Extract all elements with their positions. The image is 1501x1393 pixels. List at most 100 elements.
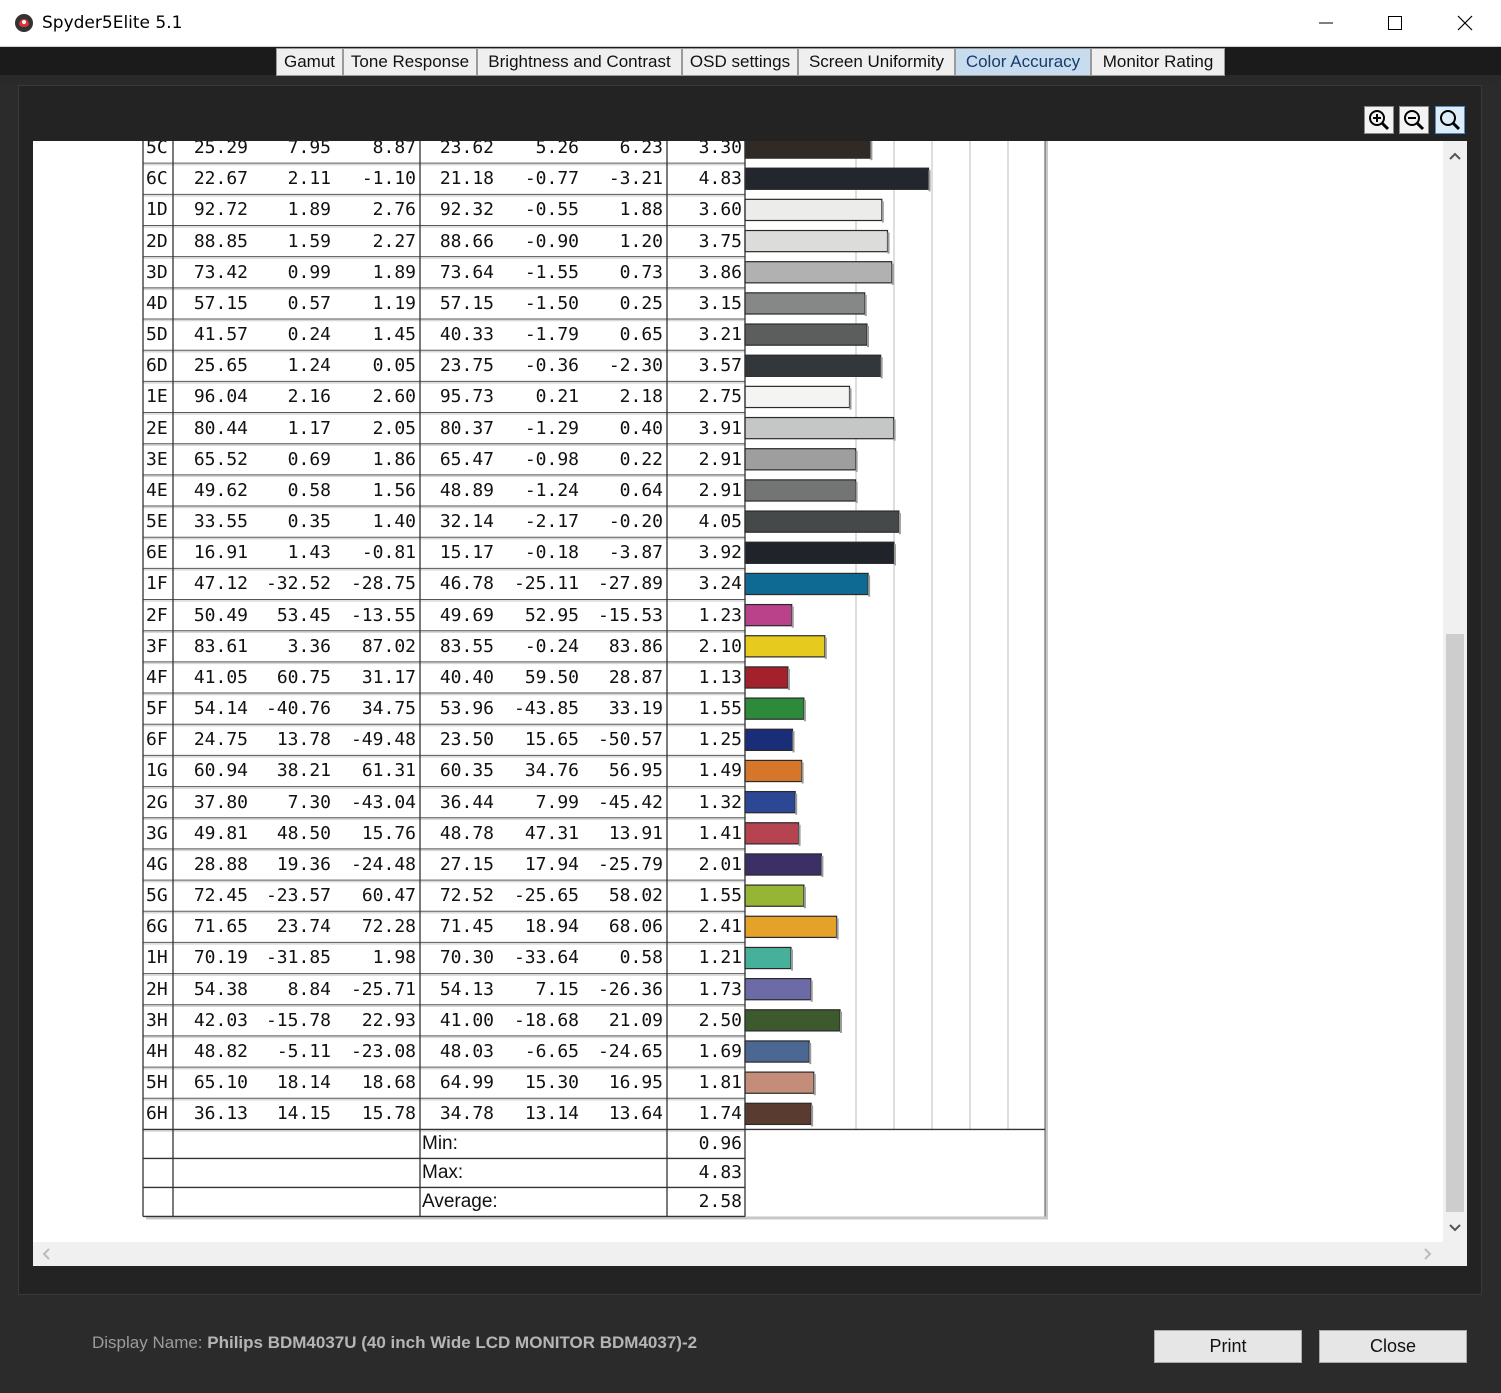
tab-color-accuracy[interactable]: Color Accuracy — [955, 48, 1091, 76]
minimize-button[interactable] — [1292, 0, 1360, 46]
table-cell: -1.10 — [361, 168, 416, 190]
delta-e-bar — [744, 697, 805, 720]
table-cell: 2.05 — [372, 417, 416, 439]
tab-osd-settings[interactable]: OSD settings — [682, 48, 798, 76]
patch-id: 2F — [146, 604, 168, 626]
horizontal-scrollbar[interactable] — [33, 1242, 1443, 1266]
table-cell: 3.30 — [698, 141, 742, 158]
table-cell: 1.56 — [372, 479, 416, 501]
table-cell: 13.91 — [608, 822, 663, 844]
scroll-left-icon[interactable] — [41, 1247, 51, 1261]
delta-e-bar — [744, 977, 812, 1001]
table-cell: 2.60 — [372, 386, 416, 408]
table-cell: -43.04 — [350, 791, 416, 813]
table-cell: 40.33 — [439, 324, 494, 346]
table-cell: -18.68 — [513, 1009, 579, 1031]
table-cell: 4.83 — [698, 168, 742, 190]
table-cell: 21.18 — [439, 168, 494, 190]
patch-id: 5E — [146, 511, 168, 533]
table-cell: 0.21 — [535, 386, 579, 408]
table-cell: -0.55 — [524, 199, 579, 221]
delta-e-bar — [744, 884, 805, 907]
table-cell: 60.75 — [276, 666, 331, 688]
table-cell: 3.15 — [698, 292, 742, 314]
zoom-out-button[interactable] — [1399, 106, 1429, 134]
table-cell: 34.78 — [439, 1103, 494, 1125]
table-cell: 60.47 — [361, 885, 416, 907]
table-cell: 3.60 — [698, 199, 742, 221]
zoom-fit-button[interactable] — [1435, 106, 1465, 134]
table-cell: -6.65 — [524, 1040, 579, 1062]
table-cell: -5.11 — [276, 1040, 331, 1062]
delta-e-bar — [744, 1009, 841, 1032]
window-title: Spyder5Elite 5.1 — [42, 13, 183, 33]
tab-screen-uniformity[interactable]: Screen Uniformity — [798, 48, 955, 76]
tab-brightness-and-contrast[interactable]: Brightness and Contrast — [477, 48, 682, 76]
color-accuracy-report[interactable]: 5C 25.29 7.95 8.87 23.62 5.26 6.23 3.30 6C 22.67 2… — [33, 141, 1443, 1242]
table-cell: 21.09 — [608, 1009, 663, 1031]
table-cell: 83.61 — [193, 635, 248, 657]
table-cell: 42.03 — [193, 1009, 248, 1031]
table-cell: -28.75 — [350, 573, 416, 595]
tab-monitor-rating[interactable]: Monitor Rating — [1091, 48, 1225, 76]
table-cell: 7.15 — [535, 978, 579, 1000]
table-cell: 64.99 — [439, 1072, 494, 1094]
table-cell: 70.30 — [439, 947, 494, 969]
scroll-right-icon[interactable] — [1423, 1247, 1433, 1261]
print-button[interactable]: Print — [1154, 1330, 1302, 1363]
table-cell: -25.79 — [597, 853, 663, 875]
table-cell: 0.22 — [619, 448, 663, 470]
delta-e-bar — [744, 167, 930, 190]
scroll-up-icon[interactable] — [1448, 151, 1462, 161]
vertical-scroll-thumb[interactable] — [1446, 634, 1464, 1212]
table-cell: 80.37 — [439, 417, 494, 439]
delta-e-bar — [744, 354, 882, 377]
patch-id: 5C — [146, 141, 168, 158]
table-cell: 28.88 — [193, 853, 248, 875]
table-cell: -0.90 — [524, 230, 579, 252]
delta-e-bar — [744, 1102, 812, 1126]
table-cell: 2.76 — [372, 199, 416, 221]
table-cell: 73.42 — [193, 261, 248, 283]
table-cell: -27.89 — [597, 573, 663, 595]
table-cell: 36.44 — [439, 791, 494, 813]
tab-tone-response[interactable]: Tone Response — [343, 48, 477, 76]
title-bar: Spyder5Elite 5.1 — [0, 0, 1501, 47]
table-cell: 15.17 — [439, 542, 494, 564]
table-cell: 34.76 — [524, 760, 579, 782]
table-cell: 6.23 — [619, 141, 663, 158]
table-cell: 1.40 — [372, 511, 416, 533]
table-cell: 2.16 — [287, 386, 331, 408]
table-cell: 1.25 — [698, 729, 742, 751]
table-cell: 96.04 — [193, 386, 248, 408]
table-cell: 0.24 — [287, 324, 331, 346]
close-button[interactable]: Close — [1319, 1330, 1467, 1363]
table-cell: -1.29 — [524, 417, 579, 439]
maximize-button[interactable] — [1361, 0, 1429, 46]
display-name-label: Display Name: — [92, 1333, 208, 1352]
patch-id: 6E — [146, 542, 168, 564]
delta-e-bar — [744, 853, 822, 876]
table-cell: 1.73 — [698, 978, 742, 1000]
table-cell: 13.78 — [276, 729, 331, 751]
table-cell: -13.55 — [350, 604, 416, 626]
table-cell: -32.52 — [265, 573, 331, 595]
table-cell: 49.62 — [193, 479, 248, 501]
close-window-button[interactable] — [1431, 0, 1499, 46]
patch-id: 1G — [146, 760, 168, 782]
zoom-in-button[interactable] — [1364, 106, 1394, 134]
patch-id: 2H — [146, 978, 168, 1000]
patch-id: 4D — [146, 292, 168, 314]
vertical-scrollbar[interactable] — [1443, 141, 1467, 1242]
scroll-down-icon[interactable] — [1448, 1223, 1462, 1233]
table-cell: -25.65 — [513, 885, 579, 907]
table-cell: 15.30 — [524, 1072, 579, 1094]
patch-id: 5F — [146, 698, 168, 720]
display-name-value: Philips BDM4037U (40 inch Wide LCD MONIT… — [207, 1333, 698, 1352]
delta-e-bar — [744, 292, 866, 315]
table-cell: 23.50 — [439, 729, 494, 751]
table-cell: 41.00 — [439, 1009, 494, 1031]
table-cell: 23.74 — [276, 916, 331, 938]
tab-gamut[interactable]: Gamut — [276, 48, 343, 76]
delta-e-bar — [744, 323, 868, 346]
